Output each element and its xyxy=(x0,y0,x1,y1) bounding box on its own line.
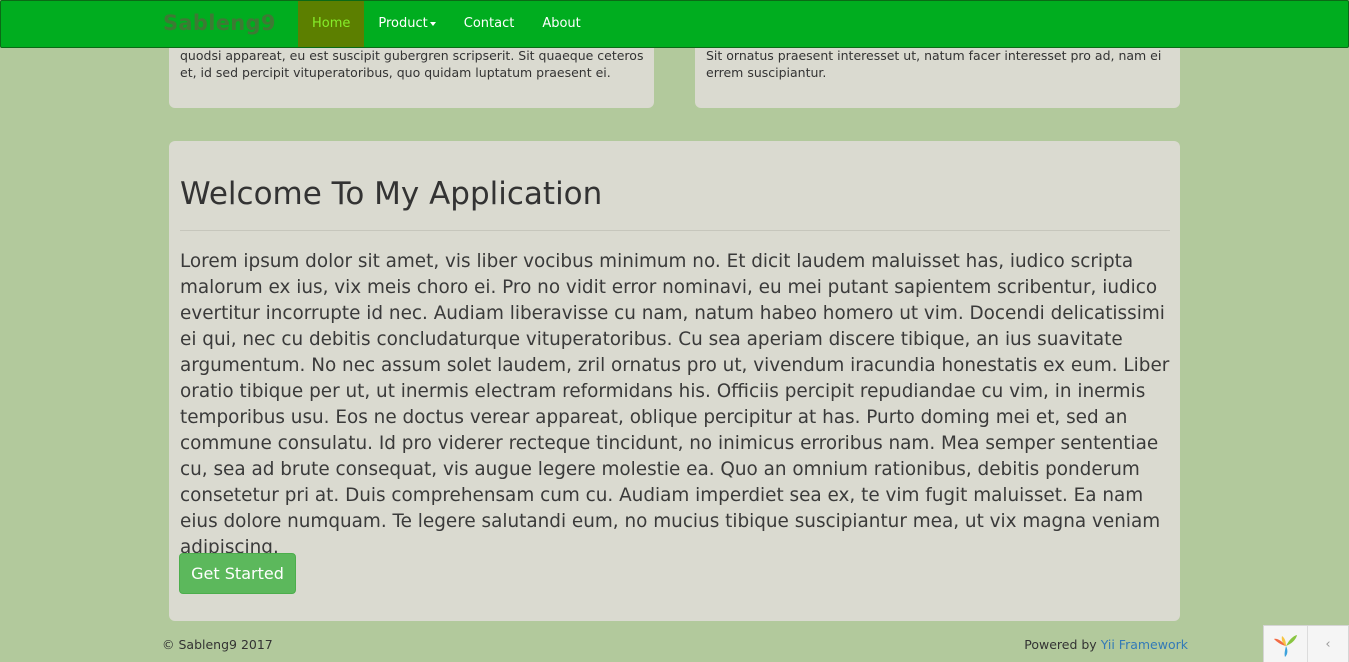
nav-item-home-label: Home xyxy=(312,16,351,31)
nav-item-contact[interactable]: Contact xyxy=(450,1,529,47)
navbar: Sableng9 Home Product Contact About xyxy=(0,0,1349,48)
yii-logo-svg xyxy=(1273,634,1297,657)
nav-item-home[interactable]: Home xyxy=(298,1,365,47)
powered-by-prefix: Powered by xyxy=(1024,637,1101,652)
nav-item-product-label: Product xyxy=(378,16,428,31)
nav-item-contact-label: Contact xyxy=(463,16,515,31)
chevron-left-icon[interactable]: ‹ xyxy=(1308,626,1348,662)
nav-item-product[interactable]: Product xyxy=(364,1,449,47)
brand-logo[interactable]: Sableng9 xyxy=(163,11,276,35)
nav-item-about-label: About xyxy=(542,16,581,31)
yii-framework-link[interactable]: Yii Framework xyxy=(1101,637,1188,652)
nav-item-about[interactable]: About xyxy=(528,1,594,47)
yii-logo-icon[interactable] xyxy=(1264,626,1308,662)
debug-toolbar: ‹ xyxy=(1263,625,1349,662)
page-title: Welcome To My Application xyxy=(180,176,603,212)
jumbotron: Welcome To My Application Lorem ipsum do… xyxy=(169,141,1180,621)
footer-powered-by: Powered by Yii Framework xyxy=(1024,637,1188,652)
top-card-left-text: quodsi appareat, eu est suscipit gubergr… xyxy=(180,48,644,80)
title-divider xyxy=(180,230,1170,231)
jumbotron-text: Lorem ipsum dolor sit amet, vis liber vo… xyxy=(180,251,1170,558)
top-card-right-text: Sit ornatus praesent interesset ut, natu… xyxy=(706,48,1162,80)
footer-copyright: © Sableng9 2017 xyxy=(162,637,273,652)
get-started-button[interactable]: Get Started xyxy=(179,553,296,594)
caret-down-icon xyxy=(429,21,436,26)
page: quodsi appareat, eu est suscipit gubergr… xyxy=(0,0,1349,662)
nav-menu: Home Product Contact About xyxy=(298,1,595,47)
